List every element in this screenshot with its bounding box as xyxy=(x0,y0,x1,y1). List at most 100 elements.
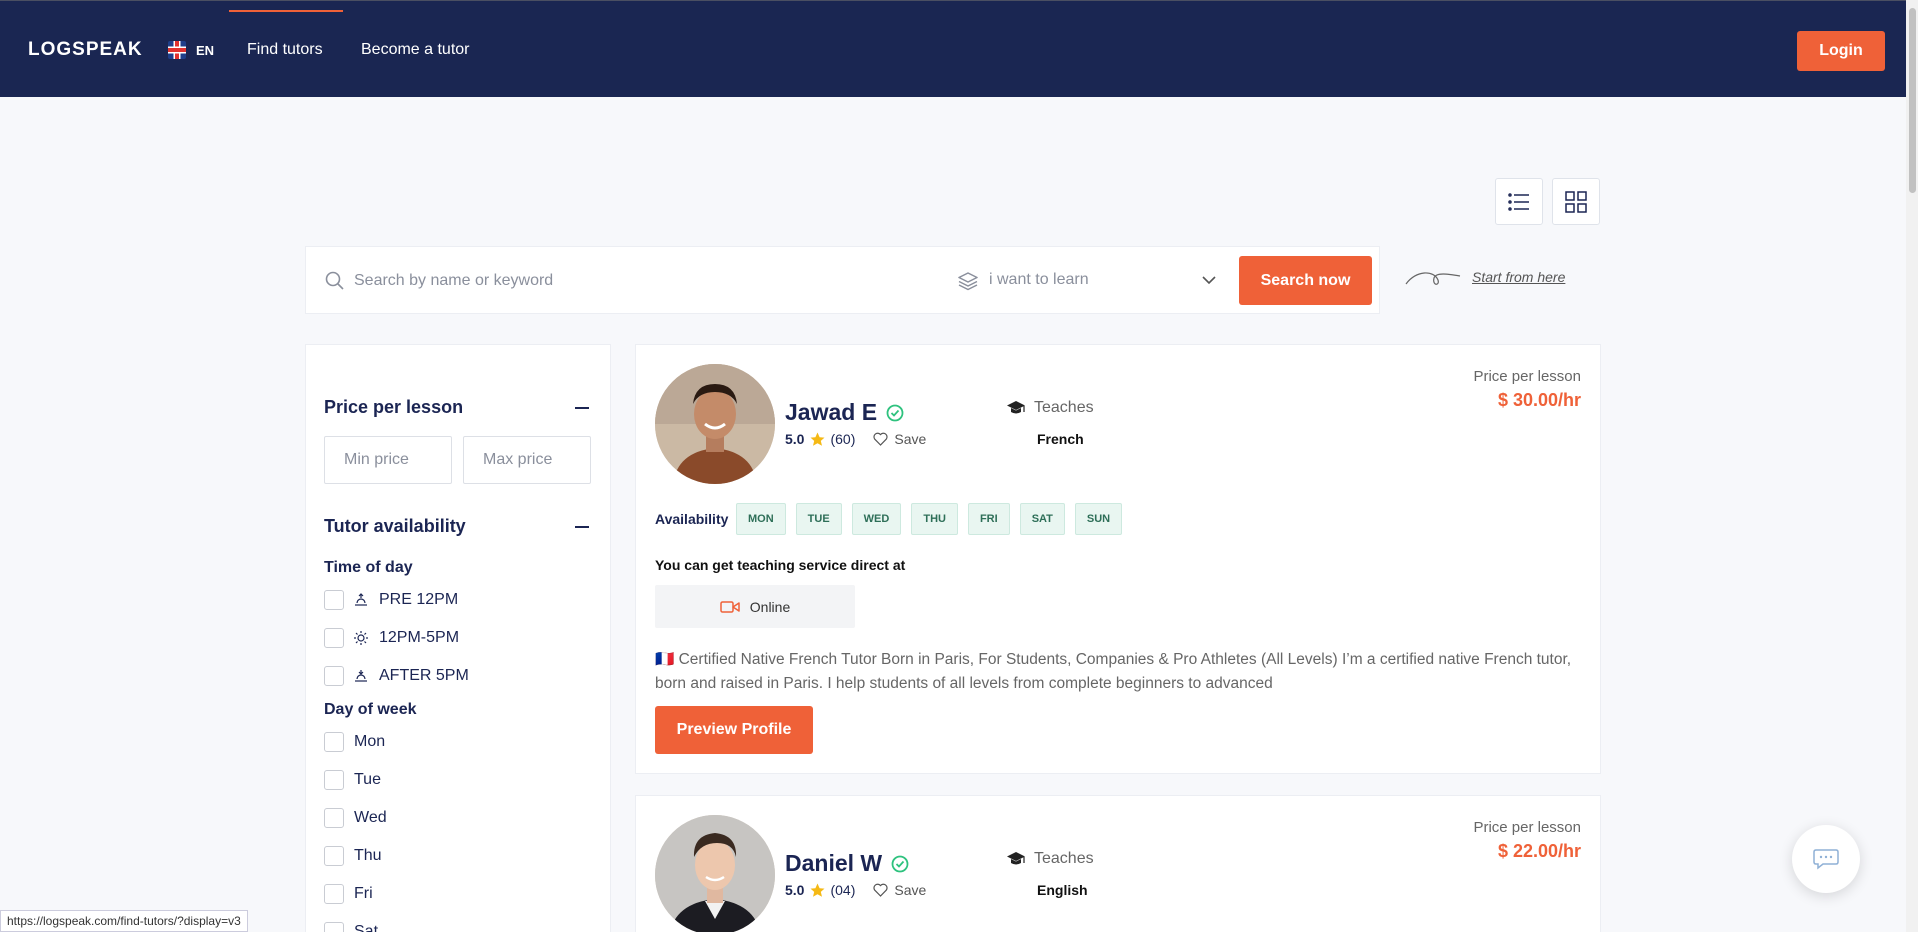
day-badge-thu: THU xyxy=(911,503,958,535)
filters-sidebar: Price per lesson Tutor availability Time… xyxy=(305,344,611,932)
day-thu[interactable]: Thu xyxy=(324,846,382,866)
day-tue[interactable]: Tue xyxy=(324,770,381,790)
star-icon xyxy=(810,432,825,446)
tutor-name[interactable]: Jawad E xyxy=(785,399,877,426)
star-icon xyxy=(810,883,825,897)
time-after-5pm[interactable]: AFTER 5PM xyxy=(324,666,469,686)
list-view-button[interactable] xyxy=(1495,178,1543,225)
day-badge-tue: TUE xyxy=(795,503,842,535)
grid-view-button[interactable] xyxy=(1552,178,1600,225)
tutor-rating: 5.0 (60) Save xyxy=(785,431,926,447)
language-selector[interactable]: EN xyxy=(168,41,214,59)
login-button[interactable]: Login xyxy=(1797,31,1885,71)
heart-icon xyxy=(873,432,888,446)
save-label: Save xyxy=(894,431,927,447)
day-label: Tue xyxy=(354,771,381,788)
chat-bubble-icon xyxy=(1813,849,1839,870)
tutor-name[interactable]: Daniel W xyxy=(785,850,882,877)
chat-button[interactable] xyxy=(1792,825,1860,893)
sunrise-icon xyxy=(355,593,367,606)
teaches-text: Teaches xyxy=(1034,850,1094,867)
nav-become-a-tutor[interactable]: Become a tutor xyxy=(361,41,470,59)
save-label: Save xyxy=(894,882,927,898)
day-fri[interactable]: Fri xyxy=(324,884,373,904)
max-price-input[interactable] xyxy=(463,436,591,484)
tutor-avatar[interactable] xyxy=(655,364,775,484)
time-of-day-title: Time of day xyxy=(324,559,413,576)
availability-label: Availability xyxy=(655,511,729,527)
chevron-down-icon[interactable] xyxy=(1202,276,1216,285)
save-button[interactable]: Save xyxy=(873,882,926,898)
tutor-avatar[interactable] xyxy=(655,815,775,932)
day-wed[interactable]: Wed xyxy=(324,808,387,828)
taught-language: French xyxy=(1037,431,1084,447)
graduation-cap-icon xyxy=(1007,401,1025,414)
status-bar-url: https://logspeak.com/find-tutors/?displa… xyxy=(0,910,248,932)
checkbox[interactable] xyxy=(324,922,344,932)
tutor-name-row: Daniel W xyxy=(785,850,909,877)
save-button[interactable]: Save xyxy=(873,431,926,447)
uk-flag-icon xyxy=(168,41,186,59)
time-pre-12pm[interactable]: PRE 12PM xyxy=(324,590,458,610)
learn-select[interactable]: i want to learn xyxy=(989,271,1089,289)
day-sat[interactable]: Sat xyxy=(324,922,378,932)
language-code: EN xyxy=(196,42,215,58)
day-label: Wed xyxy=(354,809,387,826)
time-12pm-5pm[interactable]: 12PM-5PM xyxy=(324,628,459,648)
service-label: You can get teaching service direct at xyxy=(655,557,906,573)
tutor-photo xyxy=(655,815,775,932)
price-label: Price per lesson xyxy=(1473,819,1581,836)
grid-icon xyxy=(1565,190,1587,213)
verified-icon xyxy=(886,404,904,421)
availability-collapse-icon[interactable] xyxy=(575,526,589,528)
checkbox[interactable] xyxy=(324,666,344,686)
logo[interactable]: LOGSPEAK xyxy=(28,39,143,61)
day-badge-fri: FRI xyxy=(967,503,1010,535)
tutor-card: Daniel W 5.0 (04) Save Teaches English P… xyxy=(635,795,1601,932)
video-camera-icon xyxy=(720,600,740,613)
min-price-input[interactable] xyxy=(324,436,452,484)
day-badge-sat: SAT xyxy=(1019,503,1065,535)
checkbox[interactable] xyxy=(324,884,344,904)
rating-value: 5.0 xyxy=(785,882,805,898)
scrollbar-thumb[interactable] xyxy=(1909,8,1916,193)
top-navbar: LOGSPEAK EN Find tutors Become a tutor L… xyxy=(0,0,1906,97)
tutor-photo xyxy=(655,364,775,484)
checkbox[interactable] xyxy=(324,846,344,866)
checkbox[interactable] xyxy=(324,590,344,610)
tutor-card: Jawad E 5.0 (60) Save Teaches French Pri… xyxy=(635,344,1601,774)
sunset-icon xyxy=(355,670,367,682)
review-count: (60) xyxy=(830,431,856,447)
verified-icon xyxy=(891,855,909,872)
graduation-cap-icon xyxy=(1007,852,1025,865)
tutor-rating: 5.0 (04) Save xyxy=(785,882,926,898)
checkbox[interactable] xyxy=(324,628,344,648)
day-mon[interactable]: Mon xyxy=(324,732,385,752)
curved-arrow-icon xyxy=(1405,272,1461,285)
online-service-badge: Online xyxy=(655,585,855,628)
price-label: Price per lesson xyxy=(1473,368,1581,385)
price-value: $ 30.00/hr xyxy=(1497,390,1581,410)
checkbox[interactable] xyxy=(324,808,344,828)
start-hint-text: Start from here xyxy=(1472,269,1566,285)
rating-value: 5.0 xyxy=(785,431,805,447)
availability-filter-title: Tutor availability xyxy=(324,516,466,536)
time-label: PRE 12PM xyxy=(379,591,459,608)
search-now-button[interactable]: Search now xyxy=(1239,256,1372,305)
start-from-here-hint: Start from here xyxy=(1404,266,1565,288)
day-label: Mon xyxy=(354,733,386,750)
price-collapse-icon[interactable] xyxy=(575,407,589,409)
time-label: 12PM-5PM xyxy=(379,629,460,646)
preview-profile-button[interactable]: Preview Profile xyxy=(655,706,813,754)
search-panel: i want to learn Search now xyxy=(305,246,1380,314)
checkbox[interactable] xyxy=(324,770,344,790)
day-badge-mon: MON xyxy=(736,503,786,535)
checkbox[interactable] xyxy=(324,732,344,752)
day-badge-sun: SUN xyxy=(1074,503,1123,535)
search-input[interactable] xyxy=(354,267,874,295)
layers-icon xyxy=(958,272,978,291)
price-filter-title: Price per lesson xyxy=(324,397,464,417)
nav-active-indicator xyxy=(229,10,343,12)
day-of-week-title: Day of week xyxy=(324,701,417,718)
nav-find-tutors[interactable]: Find tutors xyxy=(247,41,323,59)
